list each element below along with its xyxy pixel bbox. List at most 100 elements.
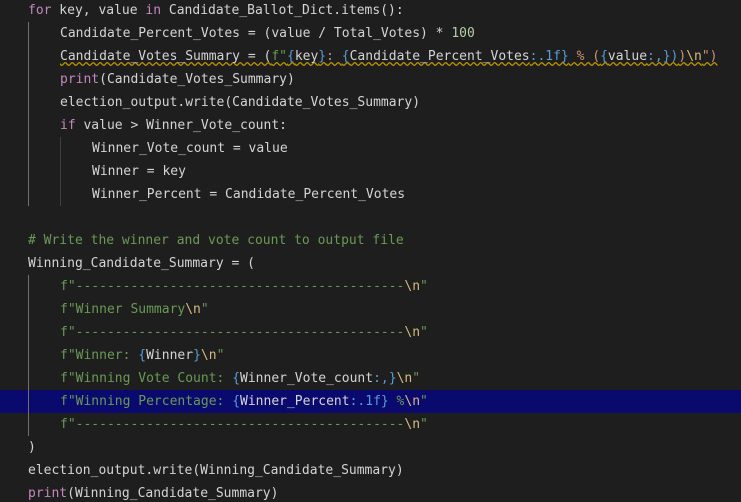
indent-guide bbox=[60, 183, 61, 206]
indent-guide bbox=[28, 321, 29, 344]
token-comment: # Write the winner and vote count to out… bbox=[28, 233, 404, 248]
token-fstring: " bbox=[200, 302, 209, 317]
token-brace: { bbox=[138, 348, 147, 363]
code-text: Winning_Candidate_Summary = ( bbox=[28, 252, 255, 275]
indent-guide bbox=[28, 413, 29, 436]
token-variable: Candidate_Percent_Votes = (value / Total… bbox=[60, 26, 452, 41]
code-editor[interactable]: for key, value in Candidate_Ballot_Dict.… bbox=[0, 0, 741, 502]
token-escape: \n bbox=[200, 348, 217, 363]
code-text: # Write the winner and vote count to out… bbox=[28, 229, 404, 252]
token-fstring: f"--------------------------------------… bbox=[60, 325, 405, 340]
token-fstring: " bbox=[420, 279, 428, 294]
code-line[interactable]: for key, value in Candidate_Ballot_Dict.… bbox=[0, 0, 741, 22]
code-text: election_output.write(Candidate_Votes_Su… bbox=[60, 91, 420, 114]
code-line[interactable]: f"--------------------------------------… bbox=[0, 275, 741, 298]
code-line[interactable]: Candidate_Votes_Summary = (f"{key}: {Can… bbox=[0, 45, 741, 68]
code-line[interactable]: Candidate_Percent_Votes = (value / Total… bbox=[0, 22, 741, 45]
token-string: % ( bbox=[568, 49, 601, 64]
token-fstring: f"Winner: bbox=[60, 348, 139, 363]
code-line[interactable]: Winner = key bbox=[0, 160, 741, 183]
code-line[interactable] bbox=[0, 206, 741, 229]
code-text: ) bbox=[28, 436, 36, 459]
code-text: f"Winning Vote Count: {Winner_Vote_count… bbox=[60, 367, 420, 390]
code-line[interactable]: ) bbox=[0, 436, 741, 459]
token-variable: election_output.write(Winning_Candidate_… bbox=[28, 463, 404, 478]
token-string: : bbox=[326, 49, 342, 64]
code-line[interactable]: f"--------------------------------------… bbox=[0, 321, 741, 344]
token-keyword: in bbox=[145, 3, 162, 18]
indent-guide bbox=[28, 160, 29, 183]
code-line[interactable]: Winner_Percent = Candidate_Percent_Votes bbox=[0, 183, 741, 206]
token-brace: { bbox=[232, 394, 241, 409]
code-text: f"--------------------------------------… bbox=[60, 275, 428, 298]
token-string: ") bbox=[701, 49, 718, 64]
code-line[interactable]: f"Winner Summary\n" bbox=[0, 298, 741, 321]
token-fstring: " bbox=[420, 325, 428, 340]
token-escape: \n bbox=[396, 371, 413, 386]
indent-guide bbox=[28, 45, 29, 68]
code-line[interactable]: print(Winning_Candidate_Summary) bbox=[0, 482, 741, 502]
code-text: for key, value in Candidate_Ballot_Dict.… bbox=[28, 0, 404, 22]
token-escape: \n bbox=[404, 417, 421, 432]
code-line[interactable]: Winner_Vote_count = value bbox=[0, 137, 741, 160]
code-line[interactable]: Winning_Candidate_Summary = ( bbox=[0, 252, 741, 275]
token-brace: :,}) bbox=[647, 49, 679, 64]
token-brace: } bbox=[318, 49, 327, 64]
token-variable: ) bbox=[28, 440, 36, 455]
token-escape: \n bbox=[686, 49, 702, 64]
token-variable: Winner bbox=[146, 348, 194, 363]
token-brace: { bbox=[232, 371, 241, 386]
code-text: f"--------------------------------------… bbox=[60, 413, 428, 436]
token-variable: value > Winner_Vote_count: bbox=[75, 118, 287, 133]
code-line[interactable]: f"Winner: {Winner}\n" bbox=[0, 344, 741, 367]
code-text: print(Winning_Candidate_Summary) bbox=[28, 482, 278, 502]
indent-guide bbox=[28, 367, 29, 390]
code-text: f"--------------------------------------… bbox=[60, 321, 428, 344]
token-keyword: print bbox=[28, 486, 68, 501]
code-line[interactable]: election_output.write(Winning_Candidate_… bbox=[0, 459, 741, 482]
token-brace: :.1f} bbox=[529, 49, 569, 64]
indent-guide bbox=[28, 275, 29, 298]
token-variable: key, value bbox=[51, 3, 146, 18]
code-text: if value > Winner_Vote_count: bbox=[60, 114, 287, 137]
code-line[interactable]: f"--------------------------------------… bbox=[0, 413, 741, 436]
token-variable: Winner_Percent = Candidate_Percent_Votes bbox=[92, 187, 406, 202]
indent-guide bbox=[28, 298, 29, 321]
token-keyword: print bbox=[60, 72, 100, 87]
indent-guide bbox=[28, 183, 29, 206]
code-line[interactable]: print(Candidate_Votes_Summary) bbox=[0, 68, 741, 91]
code-text: f"Winner Summary\n" bbox=[60, 298, 209, 321]
code-line[interactable]: if value > Winner_Vote_count: bbox=[0, 114, 741, 137]
token-fstring: f"--------------------------------------… bbox=[60, 417, 405, 432]
token-variable: Candidate_Votes_Summary = ( bbox=[60, 49, 272, 64]
token-variable: Candidate_Percent_Votes bbox=[349, 49, 530, 64]
token-variable: Candidate_Ballot_Dict.items(): bbox=[161, 3, 404, 18]
token-brace: :.1f} bbox=[349, 394, 389, 409]
indent-guide bbox=[28, 68, 29, 91]
token-brace: :,} bbox=[373, 371, 397, 386]
token-fstring: % bbox=[388, 394, 405, 409]
code-text: f"Winning Percentage: {Winner_Percent:.1… bbox=[60, 390, 428, 413]
token-variable: Winner_Vote_count = value bbox=[92, 141, 288, 156]
token-keyword: for bbox=[28, 3, 52, 18]
token-keyword: if bbox=[60, 118, 76, 133]
token-escape: \n bbox=[404, 394, 421, 409]
code-line[interactable]: election_output.write(Candidate_Votes_Su… bbox=[0, 91, 741, 114]
token-fstring: f" bbox=[271, 49, 287, 64]
code-line[interactable]: f"Winning Percentage: {Winner_Percent:.1… bbox=[0, 390, 741, 413]
token-fstring: f"Winning Vote Count: bbox=[60, 371, 233, 386]
indent-guide bbox=[28, 344, 29, 367]
indent-guide bbox=[28, 390, 29, 413]
code-line[interactable]: f"Winning Vote Count: {Winner_Vote_count… bbox=[0, 367, 741, 390]
token-escape: \n bbox=[185, 302, 201, 317]
code-text: Winner = key bbox=[92, 160, 186, 183]
code-line[interactable]: # Write the winner and vote count to out… bbox=[0, 229, 741, 252]
token-escape: \n bbox=[404, 325, 421, 340]
token-brace: } bbox=[193, 348, 201, 363]
code-text: Winner_Percent = Candidate_Percent_Votes bbox=[92, 183, 405, 206]
token-variable: key bbox=[294, 49, 319, 64]
indent-guide bbox=[28, 91, 29, 114]
token-fstring: " bbox=[412, 371, 421, 386]
token-fstring: f"Winning Percentage: bbox=[60, 394, 233, 409]
indent-guide bbox=[28, 114, 29, 137]
